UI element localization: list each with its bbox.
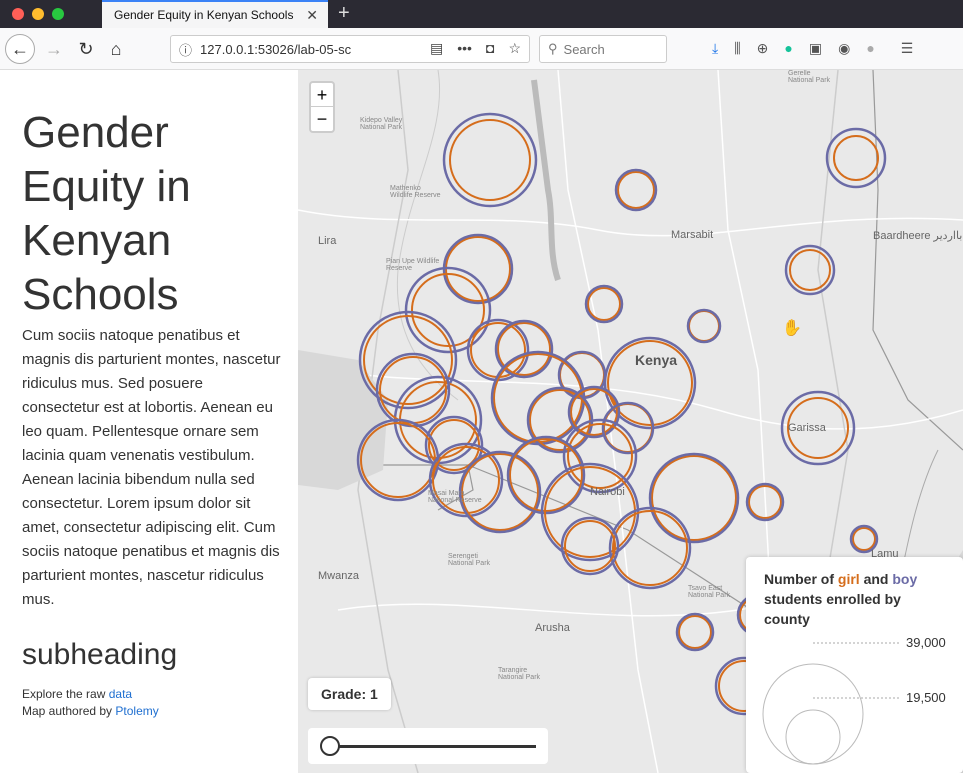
search-input[interactable]: ⚲ Search [539,35,667,63]
county-boy-circle[interactable] [375,352,451,428]
extension-icon[interactable]: ⊕ [757,40,769,57]
search-icon: ⚲ [548,41,558,56]
credits: Explore the raw data Map authored by Pto… [22,686,298,720]
search-placeholder: Search [563,41,605,57]
window-titlebar: Gender Equity in Kenyan Schools ✕ + [0,0,963,28]
label-lira: Lira [318,235,337,247]
page-title: Gender Equity in Kenyan Schools [22,108,191,319]
label-kenya: Kenya [635,352,678,368]
county-boy-circle[interactable] [442,112,538,208]
county-girl-circle[interactable] [449,119,531,201]
pocket-icon[interactable]: ◘ [486,40,494,57]
subheading: subheading [22,638,178,671]
county-girl-circle[interactable] [852,527,876,551]
label-mwanza: Mwanza [318,570,359,582]
zoom-out-button[interactable]: − [311,107,333,131]
label-masai-mara: Masai Mara National Reserve [428,490,482,504]
grab-cursor-icon: ✋ [782,320,802,337]
county-boy-circle[interactable] [584,284,624,324]
back-button[interactable]: ← [5,34,35,64]
map-container[interactable]: Kenya Marsabit Lira Baardheere بااردير G… [298,70,963,773]
legend: Number of girl and boy students enrolled… [746,557,963,773]
zoom-control: + − [309,81,335,133]
legend-circles [762,642,901,765]
grammarly-icon[interactable]: ● [784,40,792,57]
label-baardheere: Baardheere بااردير [873,230,963,242]
minimize-window-button[interactable] [32,8,44,20]
county-boy-circle[interactable] [784,244,836,296]
slider-track[interactable] [322,745,536,748]
maximize-window-button[interactable] [52,8,64,20]
legend-max-value: 39,000 [906,635,946,650]
author-link[interactable]: Ptolemy [115,704,158,718]
county-boy-circle[interactable] [648,452,740,544]
tab-title: Gender Equity in Kenyan Schools [114,8,294,22]
forward-button[interactable]: → [40,35,68,63]
county-girl-circle[interactable] [379,356,447,424]
page-actions-icon[interactable]: ••• [457,40,472,57]
label-mathenko: Mathenko Wildlife Reserve [390,185,441,199]
label-tsavo: Tsavo East National Park [688,585,731,599]
legend-mid-value: 19,500 [906,690,946,705]
sidebar-icon[interactable]: ▣ [809,40,822,57]
reader-view-icon[interactable]: ▤ [430,40,443,57]
story-sidebar: Gender Equity in Kenyan Schools Cum soci… [0,70,298,773]
lake-victoria [298,350,388,490]
info-icon[interactable]: ⓘ [179,40,192,59]
label-nairobi: Nairobi [590,486,625,498]
grade-label: Grade: 1 [308,678,391,710]
reload-button[interactable]: ↻ [72,35,100,63]
county-boy-circle[interactable] [686,308,722,344]
browser-toolbar: ← → ↻ ⌂ ⓘ 127.0.0.1:53026/lab-05-sc ▤ ••… [0,28,963,70]
county-girl-circle[interactable] [651,455,737,541]
new-tab-button[interactable]: + [338,2,350,25]
browser-tab[interactable]: Gender Equity in Kenyan Schools ✕ [102,0,328,28]
county-girl-circle[interactable] [678,615,712,649]
url-bar[interactable]: ⓘ 127.0.0.1:53026/lab-05-sc ▤ ••• ◘ ☆ [170,35,530,63]
county-boy-circle[interactable] [675,612,715,652]
url-text: 127.0.0.1:53026/lab-05-sc [200,41,352,57]
label-kidepo: Kidepo Valley National Park [360,117,403,131]
county-girl-circle[interactable] [789,249,831,291]
label-tarangire: Tarangire National Park [498,667,541,681]
slider-thumb[interactable] [320,736,340,756]
county-boy-circle[interactable] [614,168,658,212]
label-pian-upe: Pian Upe Wildlife Reserve [386,258,440,272]
grade-slider[interactable] [308,728,548,764]
bookmark-star-icon[interactable]: ☆ [508,40,521,57]
close-tab-icon[interactable]: ✕ [306,7,318,24]
library-icon[interactable]: ⫼ [734,40,740,57]
county-girl-circle[interactable] [564,520,616,572]
data-link[interactable]: data [109,687,132,701]
label-serengeti: Serengeti National Park [448,553,491,567]
intro-paragraph: Cum sociis natoque penatibus et magnis d… [22,327,281,608]
label-garissa: Garissa [788,422,826,434]
close-window-button[interactable] [12,8,24,20]
label-arusha: Arusha [535,622,570,634]
label-marsabit: Marsabit [671,229,714,241]
label-gerelle: Gerelle National Park [788,70,831,84]
zoom-in-button[interactable]: + [311,83,333,107]
download-icon[interactable]: ⤓ [712,40,718,57]
author-text: Map authored by [22,704,113,718]
explore-text: Explore the raw [22,687,106,701]
county-girl-circle[interactable] [833,135,879,181]
home-button[interactable]: ⌂ [102,35,130,63]
profile-icon[interactable]: ● [866,40,874,57]
county-girl-circle[interactable] [617,171,655,209]
menu-icon[interactable]: ☰ [901,40,914,57]
window-controls [12,8,64,20]
privacy-icon[interactable]: ◉ [838,40,850,57]
